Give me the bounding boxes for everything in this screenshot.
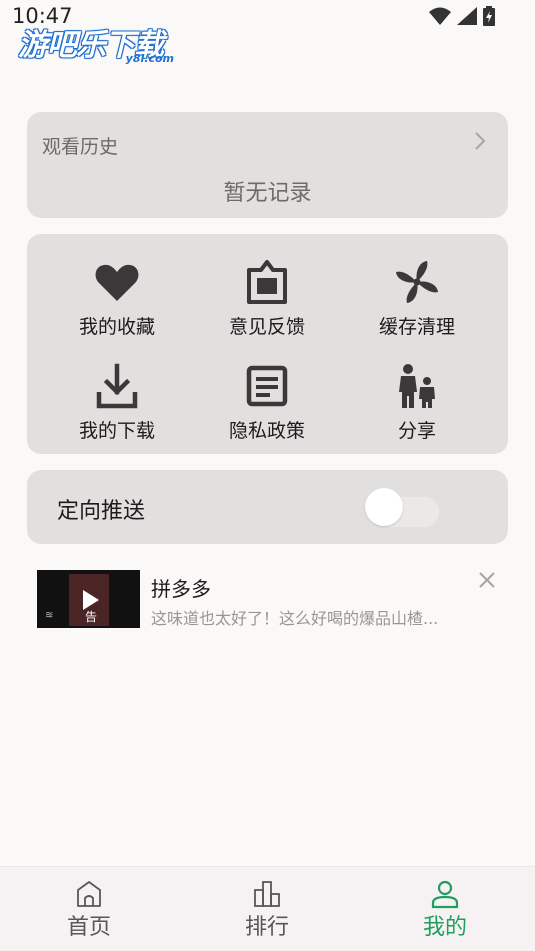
nav-item-home[interactable]: 首页 [29,879,149,941]
history-empty-text: 暂无记录 [223,181,312,206]
share-label: 分享 [397,420,436,442]
heart-icon [95,264,139,301]
toggle-thumb [365,488,403,526]
watch-history-card[interactable]: 观看历史 暂无记录 [27,112,508,218]
battery-icon [483,6,495,26]
share-people-icon [399,364,435,408]
targeted-push-toggle[interactable] [365,484,441,530]
watermark-subtext: y8l.com [125,52,174,65]
downloads-label: 我的下载 [78,420,155,442]
ad-logo-icon: ≋ [45,610,54,621]
ad-description: 这味道也太好了！这么好喝的爆品山楂... [151,609,439,628]
clear-cache-label: 缓存清理 [378,316,455,338]
signal-icon [457,7,477,25]
nav-label-ranking: 排行 [244,915,289,940]
clear-cache-button[interactable]: 缓存清理 [342,258,492,348]
favorites-label: 我的收藏 [78,316,155,338]
ad-title: 拼多多 [151,577,211,601]
nav-item-profile[interactable]: 我的 [385,879,505,941]
downloads-button[interactable]: 我的下载 [42,362,192,452]
fan-icon [396,261,438,303]
nav-label-home: 首页 [66,915,111,940]
feedback-label: 意见反馈 [228,316,305,338]
ranking-icon [254,881,280,907]
feedback-icon [247,260,287,304]
favorites-button[interactable]: 我的收藏 [42,258,192,348]
history-title: 观看历史 [42,136,119,158]
ad-video-thumbnail[interactable]: ≋ 告 [37,570,140,628]
function-grid: 我的收藏 意见反馈 缓存清理 我的下载 隐私政策 分享 [27,234,508,454]
chevron-right-icon[interactable] [472,130,488,152]
document-icon [246,365,288,407]
close-icon[interactable] [477,570,497,590]
share-button[interactable]: 分享 [342,362,492,452]
bottom-navigation: 首页 排行 我的 [0,866,535,951]
profile-icon [431,880,459,909]
privacy-policy-button[interactable]: 隐私政策 [192,362,342,452]
nav-label-profile: 我的 [422,915,467,940]
download-icon [96,363,138,409]
targeted-push-label: 定向推送 [57,499,146,524]
status-icons [429,6,495,26]
ad-item[interactable]: ≋ 告 拼多多 这味道也太好了！这么好喝的爆品山楂... [37,565,507,635]
home-icon [77,881,101,907]
feedback-button[interactable]: 意见反馈 [192,258,342,348]
wifi-icon [429,7,451,25]
ad-badge: 告 [85,610,98,624]
nav-item-ranking[interactable]: 排行 [207,879,327,941]
privacy-policy-label: 隐私政策 [228,420,305,442]
watermark-logo: 游吧乐下载 y8l.com [18,14,188,66]
targeted-push-card: 定向推送 [27,470,508,544]
